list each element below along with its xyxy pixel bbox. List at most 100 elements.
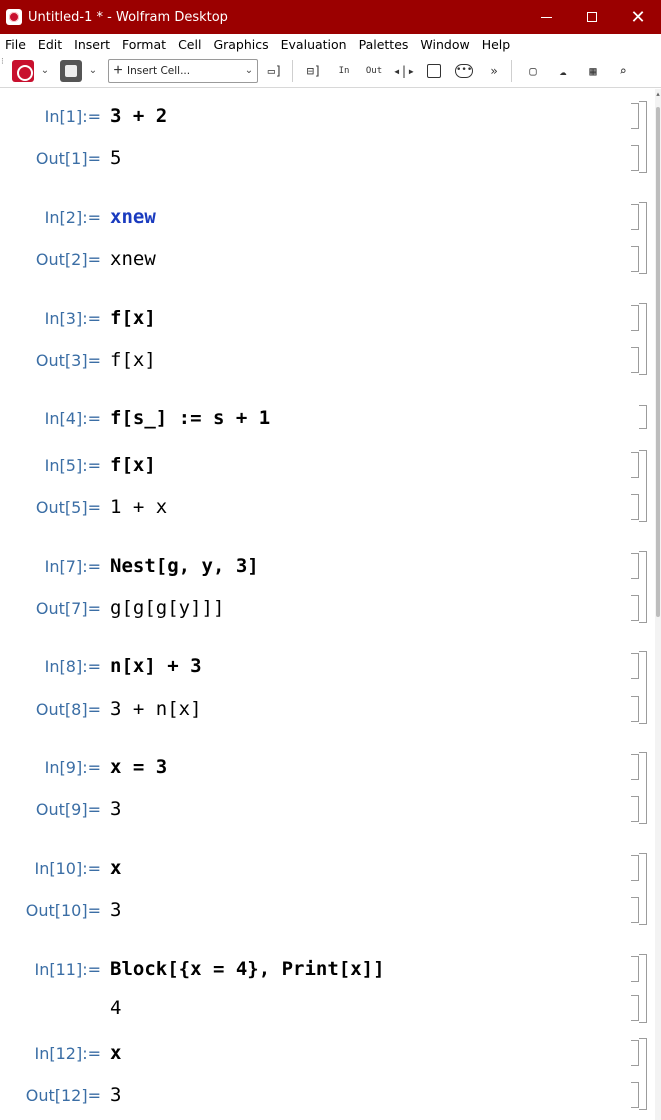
group-bracket[interactable] [639,853,647,925]
box-icon[interactable] [421,59,447,83]
input-expression[interactable]: xnew [110,206,156,228]
output-cell[interactable]: Out[2]= xnew [0,244,661,274]
cell-bracket[interactable] [631,494,639,520]
scroll-up-icon[interactable]: ▴ [655,91,661,99]
input-cell[interactable]: In[5]:= f[x] [0,450,661,480]
input-cell[interactable]: In[7]:= Nest[g, y, 3] [0,551,661,581]
more-icon[interactable]: ••• [451,59,477,83]
output-expression[interactable]: g[g[g[y]]] [110,597,224,619]
group-bracket[interactable] [639,202,647,274]
cell-style-icon[interactable]: ▭] [262,59,288,83]
menu-edit[interactable]: Edit [32,37,68,52]
output-expression[interactable]: 3 [110,899,121,921]
cell-bracket[interactable] [631,1040,639,1066]
cell-bracket[interactable] [631,653,639,679]
menu-palettes[interactable]: Palettes [353,37,415,52]
group-bracket[interactable] [639,1038,647,1110]
input-cell[interactable]: In[2]:= xnew [0,202,661,232]
input-expression[interactable]: f[x] [110,454,156,476]
cell-bracket[interactable] [631,897,639,923]
notebook-area[interactable]: In[1]:= 3 + 2 Out[1]= 5 In[2]:= xnew Out… [0,89,661,1120]
output-cell[interactable]: Out[8]= 3 + n[x] [0,694,661,724]
input-expression[interactable]: Nest[g, y, 3] [110,555,259,577]
cell-bracket[interactable] [631,796,639,822]
output-expression[interactable]: 5 [110,147,121,169]
print-cell[interactable]: 4 [0,993,661,1023]
cell-bracket[interactable] [631,595,639,621]
cell-bracket[interactable] [631,754,639,780]
input-cell[interactable]: In[3]:= f[x] [0,303,661,333]
group-bracket[interactable] [639,752,647,824]
out-icon[interactable]: Out [361,59,387,83]
output-expression[interactable]: 3 [110,1084,121,1106]
group-bracket[interactable] [639,551,647,623]
vertical-scrollbar[interactable]: ▴ [655,89,661,1120]
input-expression[interactable]: x = 3 [110,756,167,778]
menu-graphics[interactable]: Graphics [207,37,274,52]
output-cell[interactable]: Out[5]= 1 + x [0,492,661,522]
input-cell[interactable]: In[9]:= x = 3 [0,752,661,782]
split-icon[interactable]: ◂|▸ [391,59,417,83]
input-expression[interactable]: n[x] + 3 [110,655,202,677]
input-cell[interactable]: In[1]:= 3 + 2 [0,101,661,131]
cell-bracket[interactable] [631,145,639,171]
input-expression[interactable]: Block[{x = 4}, Print[x]] [110,958,385,980]
in-icon[interactable]: In [331,59,357,83]
comment-icon[interactable]: ▢ [520,59,546,83]
print-output[interactable]: 4 [110,997,121,1019]
output-expression[interactable]: 3 [110,798,121,820]
output-cell[interactable]: Out[12]= 3 [0,1080,661,1110]
input-expression[interactable]: f[s_] := s + 1 [110,407,270,429]
input-cell[interactable]: In[12]:= x [0,1038,661,1068]
cell-bracket[interactable] [631,995,639,1021]
input-expression[interactable]: 3 + 2 [110,105,167,127]
calculator-icon[interactable]: ▦ [580,59,606,83]
menu-evaluation[interactable]: Evaluation [275,37,353,52]
scrollbar-thumb[interactable] [656,107,660,617]
minimize-button[interactable] [523,0,569,34]
menu-file[interactable]: File [0,37,32,52]
cell-bracket[interactable] [631,103,639,129]
input-cell[interactable]: In[10]:= x [0,853,661,883]
group-bracket[interactable] [639,101,647,173]
settings-icon[interactable] [60,59,82,82]
close-button[interactable]: ✕ [615,0,661,34]
menu-cell[interactable]: Cell [172,37,207,52]
input-cell[interactable]: In[11]:= Block[{x = 4}, Print[x]] [0,954,661,984]
cell-bracket[interactable] [631,1082,639,1108]
menu-help[interactable]: Help [476,37,517,52]
menu-insert[interactable]: Insert [68,37,116,52]
output-cell[interactable]: Out[9]= 3 [0,794,661,824]
chevron-down-icon[interactable]: ⌄ [86,65,100,76]
output-cell[interactable]: Out[1]= 5 [0,143,661,173]
group-bracket[interactable] [639,651,647,724]
input-expression[interactable]: x [110,857,121,879]
menu-format[interactable]: Format [116,37,172,52]
input-expression[interactable]: x [110,1042,121,1064]
output-expression[interactable]: 1 + x [110,496,167,518]
output-expression[interactable]: f[x] [110,349,156,371]
output-cell[interactable]: Out[10]= 3 [0,895,661,925]
search-icon[interactable]: ⌕ [610,59,636,83]
maximize-button[interactable] [569,0,615,34]
cloud-upload-icon[interactable]: ☁ [550,59,576,83]
cell-bracket[interactable] [631,553,639,579]
cell-bracket[interactable] [631,855,639,881]
cell-bracket[interactable] [631,956,639,982]
menu-window[interactable]: Window [414,37,475,52]
cell-bracket[interactable] [639,405,647,429]
insert-cell-dropdown[interactable]: + Insert Cell... ⌄ [108,58,258,83]
cell-bracket[interactable] [631,696,639,722]
cell-bracket[interactable] [631,452,639,478]
toolbar-grip-icon[interactable]: ⁝ [0,56,8,85]
group-cells-icon[interactable]: ⊟] [301,59,327,83]
group-bracket[interactable] [639,450,647,522]
chevron-down-icon[interactable]: ⌄ [38,65,52,76]
input-cell[interactable]: In[8]:= n[x] + 3 [0,651,661,681]
input-expression[interactable]: f[x] [110,307,156,329]
group-bracket[interactable] [639,303,647,375]
output-cell[interactable]: Out[7]= g[g[g[y]]] [0,593,661,623]
cell-bracket[interactable] [631,246,639,272]
wolfram-menu-icon[interactable] [12,59,34,82]
cell-bracket[interactable] [631,347,639,373]
